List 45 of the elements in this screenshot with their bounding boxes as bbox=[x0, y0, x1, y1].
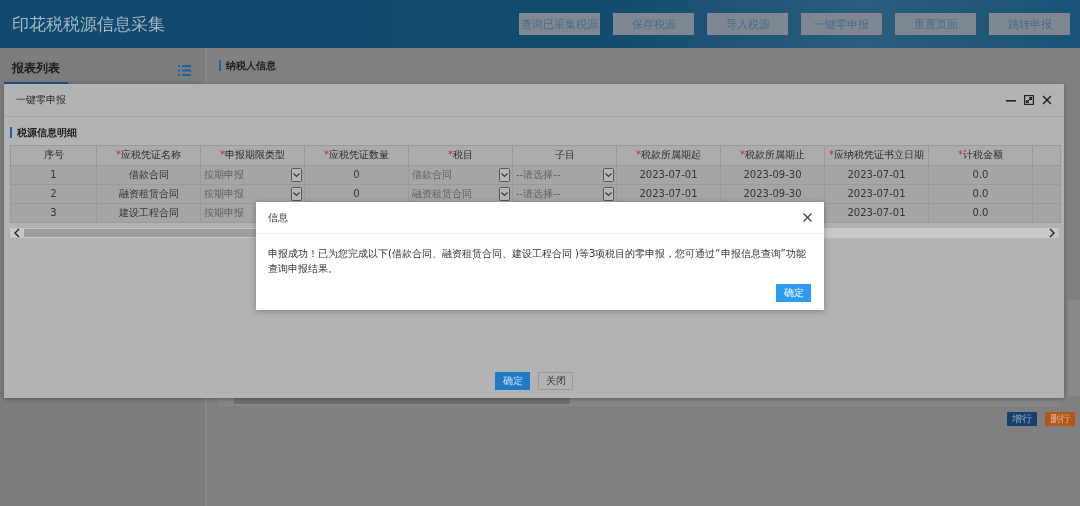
column-header: *应税凭证名称 bbox=[96, 146, 200, 165]
message-title: 信息 bbox=[268, 210, 288, 225]
table-cell: 借款合同 bbox=[96, 166, 200, 184]
table-cell: 0.0 bbox=[928, 166, 1032, 184]
column-header: *应税凭证数量 bbox=[304, 146, 408, 165]
column-header: 子目 bbox=[512, 146, 616, 165]
column-header: *计税金额 bbox=[928, 146, 1032, 165]
table-cell: 融资租赁合同 bbox=[96, 185, 200, 203]
section-title: 税源信息明细 bbox=[10, 127, 1059, 138]
column-header: *税目 bbox=[408, 146, 512, 165]
table-cell-text: 3 bbox=[49, 206, 58, 220]
section-title: 纳税人信息 bbox=[219, 60, 276, 71]
dialog-title: 一键零申报 bbox=[16, 93, 66, 107]
row-button[interactable]: 增行 bbox=[1007, 412, 1037, 426]
column-header: 序号 bbox=[42, 148, 65, 162]
page-title: 印花税税源信息采集 bbox=[12, 12, 165, 36]
select-field[interactable]: 按期申报 bbox=[204, 166, 244, 184]
column-header: *税款所属期止 bbox=[720, 146, 824, 165]
column-header: *税款所属期起 bbox=[616, 146, 720, 165]
close-icon[interactable] bbox=[1042, 95, 1052, 105]
table-cell-text: 2 bbox=[49, 187, 58, 201]
table-cell-text: 1 bbox=[49, 168, 58, 182]
table-cell: 2023-07-01 bbox=[616, 166, 720, 184]
select-field[interactable]: --请选择-- bbox=[516, 166, 561, 184]
table-cell: 2023-07-01 bbox=[824, 185, 928, 203]
maximize-icon[interactable] bbox=[1024, 95, 1034, 105]
table-cell: 建设工程合同 bbox=[96, 204, 200, 222]
select-field[interactable]: 按期申报 bbox=[204, 185, 244, 203]
close-icon[interactable] bbox=[803, 213, 812, 222]
table-cell: 0 bbox=[304, 166, 408, 184]
column-header: *申报期限类型 bbox=[200, 146, 304, 165]
table-cell: 2023-07-01 bbox=[824, 166, 928, 184]
row-button[interactable]: 删行 bbox=[1045, 412, 1075, 426]
scroll-left-icon[interactable] bbox=[13, 228, 21, 238]
table-cell: 0.0 bbox=[928, 204, 1032, 222]
table-cell: 2023-09-30 bbox=[720, 166, 824, 184]
select-field[interactable]: --请选择-- bbox=[516, 185, 561, 203]
dialog-button[interactable]: 确定 bbox=[495, 372, 530, 390]
dialog-button[interactable]: 关闭 bbox=[538, 372, 573, 390]
select-field[interactable]: 按期申报 bbox=[204, 204, 244, 222]
confirm-button[interactable]: 确定 bbox=[776, 284, 811, 302]
scroll-right-icon[interactable] bbox=[1048, 228, 1056, 238]
table-cell: 0.0 bbox=[928, 185, 1032, 203]
message-text: 申报成功！已为您完成以下(借款合同、融资租赁合同、建设工程合同 )等3项税目的零申报，您可通过“申报信息查询”功能查询申报结果。 bbox=[268, 247, 807, 276]
column-header: *应纳税凭证书立日期 bbox=[824, 146, 928, 165]
